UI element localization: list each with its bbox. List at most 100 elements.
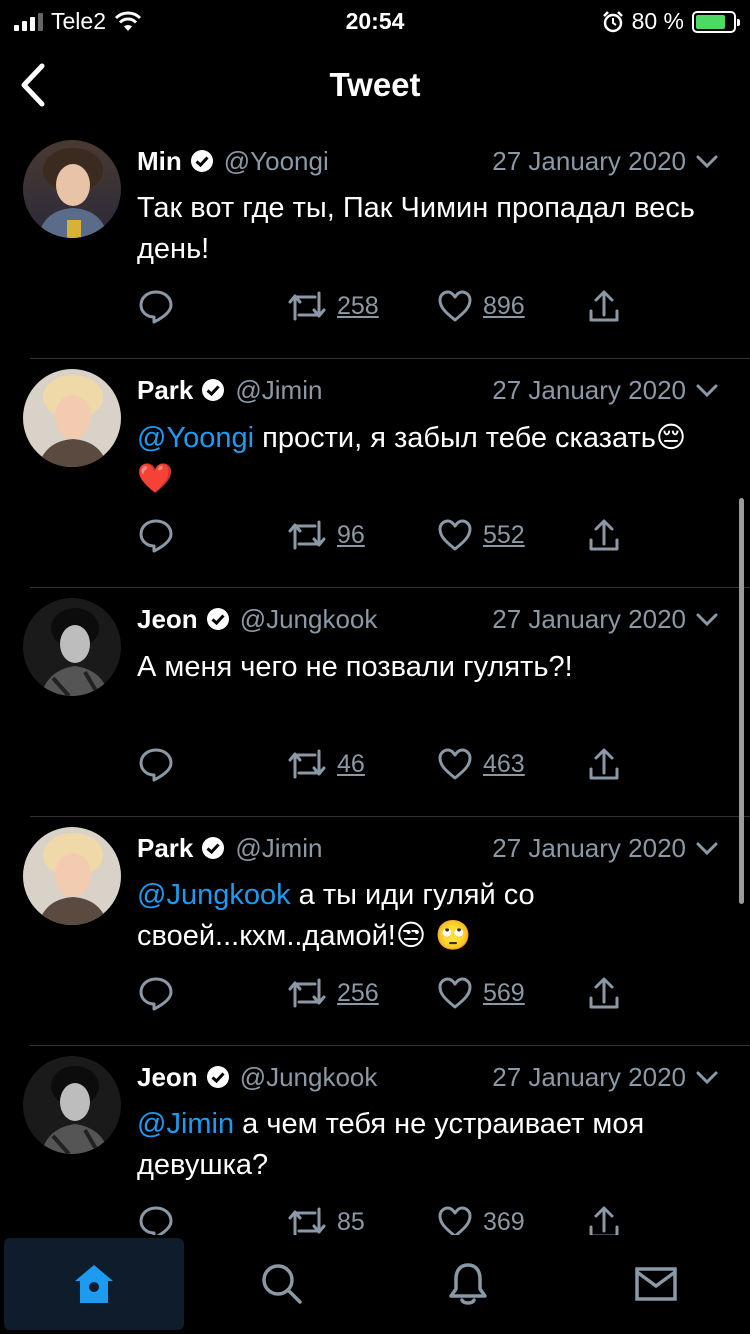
mention-link[interactable]: @Jungkook (137, 879, 291, 911)
tweet-list[interactable]: Min @Yoongi 27 January 2020 Так вот где … (0, 130, 750, 1235)
share-button[interactable] (587, 282, 621, 330)
bell-icon (449, 1263, 487, 1305)
tweet-date: 27 January 2020 (492, 832, 686, 863)
chevron-down-icon[interactable] (694, 835, 720, 861)
share-button[interactable] (587, 969, 621, 1017)
alarm-icon (602, 10, 623, 32)
chevron-down-icon[interactable] (694, 148, 720, 174)
tweet-header: Jeon @Jungkook 27 January 2020 (137, 602, 720, 636)
like-count[interactable]: 463 (483, 750, 525, 779)
page-title: Tweet (329, 66, 421, 103)
retweet-count[interactable]: 85 (337, 1208, 365, 1236)
retweet-button[interactable]: 96 (287, 511, 365, 559)
like-button[interactable]: 896 (437, 282, 525, 330)
retweet-button[interactable]: 46 (287, 740, 365, 788)
chevron-down-icon[interactable] (694, 1064, 720, 1090)
top-bar: Tweet (0, 40, 750, 130)
tweet-actions: 256 569 (137, 969, 637, 1019)
author-handle[interactable]: @Jungkook (240, 604, 378, 635)
avatar[interactable] (23, 1056, 121, 1154)
tweet[interactable]: Min @Yoongi 27 January 2020 Так вот где … (0, 130, 750, 359)
tweet-text: @Yoongi прости, я забыл тебе сказать😔 ❤️ (137, 417, 710, 499)
tweet-date: 27 January 2020 (492, 603, 686, 634)
share-icon (589, 519, 619, 551)
chevron-down-icon[interactable] (694, 377, 720, 403)
author-handle[interactable]: @Jungkook (240, 1062, 378, 1093)
tweet-text-body: прости, я забыл тебе сказать (254, 422, 656, 454)
share-button[interactable] (587, 1198, 621, 1235)
retweet-icon (288, 291, 326, 321)
reply-icon (139, 748, 173, 782)
tweet-emoji: 😒 🙄 (395, 918, 472, 952)
heart-icon (438, 748, 472, 780)
home-icon (75, 1265, 113, 1303)
author-name[interactable]: Park (137, 375, 193, 406)
retweet-count[interactable]: 256 (337, 979, 379, 1008)
verified-icon (206, 1066, 229, 1088)
like-button[interactable]: 569 (437, 969, 525, 1017)
reply-button[interactable] (137, 1198, 175, 1235)
author-handle[interactable]: @Yoongi (224, 146, 329, 177)
like-count[interactable]: 896 (483, 292, 525, 321)
share-button[interactable] (587, 740, 621, 788)
mention-link[interactable]: @Jimin (137, 1108, 234, 1140)
chevron-down-icon[interactable] (694, 606, 720, 632)
tweet-header: Jeon @Jungkook 27 January 2020 (137, 1060, 720, 1094)
avatar[interactable] (23, 827, 121, 925)
avatar[interactable] (23, 369, 121, 467)
scrollbar[interactable] (739, 498, 744, 904)
tab-search[interactable] (192, 1238, 372, 1330)
like-button[interactable]: 369 (437, 1198, 525, 1235)
reply-button[interactable] (137, 740, 175, 788)
like-count[interactable]: 552 (483, 521, 525, 550)
author-name[interactable]: Min (137, 146, 182, 177)
share-icon (589, 748, 619, 780)
retweet-button[interactable]: 258 (287, 282, 379, 330)
tweet-text-body: Так вот где ты, Пак Чимин пропадал весь … (137, 192, 695, 265)
tweet[interactable]: Jeon @Jungkook 27 January 2020 А меня че… (0, 588, 750, 817)
verified-icon (206, 608, 229, 630)
battery-percent: 80 % (631, 8, 684, 34)
like-count[interactable]: 569 (483, 979, 525, 1008)
avatar[interactable] (23, 140, 121, 238)
like-button[interactable]: 552 (437, 511, 525, 559)
author-handle[interactable]: @Jimin (235, 375, 322, 406)
tweet-header: Park @Jimin 27 January 2020 (137, 373, 720, 407)
retweet-count[interactable]: 46 (337, 750, 365, 779)
retweet-button[interactable]: 256 (287, 969, 379, 1017)
tweet-date: 27 January 2020 (492, 374, 686, 405)
author-handle[interactable]: @Jimin (235, 833, 322, 864)
tweet[interactable]: Park @Jimin 27 January 2020 @Jungkook а … (0, 817, 750, 1046)
heart-icon (438, 290, 472, 322)
like-count[interactable]: 369 (483, 1208, 525, 1236)
retweet-icon (288, 1207, 326, 1235)
like-button[interactable]: 463 (437, 740, 525, 788)
tweet-actions: 258 896 (137, 282, 637, 332)
retweet-count[interactable]: 96 (337, 521, 365, 550)
tweet-text: Так вот где ты, Пак Чимин пропадал весь … (137, 188, 710, 269)
avatar[interactable] (23, 598, 121, 696)
tweet-date: 27 January 2020 (492, 145, 686, 176)
reply-button[interactable] (137, 511, 175, 559)
status-right: 80 % (602, 8, 740, 35)
tweet-date: 27 January 2020 (492, 1061, 686, 1092)
tweet[interactable]: Park @Jimin 27 January 2020 @Yoongi прос… (0, 359, 750, 588)
tweet-text: @Jimin а чем тебя не устраивает моя деву… (137, 1104, 710, 1185)
mail-icon (635, 1267, 677, 1301)
author-name[interactable]: Park (137, 833, 193, 864)
author-name[interactable]: Jeon (137, 1062, 198, 1093)
share-button[interactable] (587, 511, 621, 559)
author-name[interactable]: Jeon (137, 604, 198, 635)
tweet-actions: 96 552 (137, 511, 637, 561)
tab-messages[interactable] (566, 1238, 746, 1330)
tweet-text: А меня чего не позвали гулять?! (137, 646, 710, 687)
tweet[interactable]: Jeon @Jungkook 27 January 2020 @Jimin а … (0, 1046, 750, 1235)
mention-link[interactable]: @Yoongi (137, 422, 254, 454)
reply-button[interactable] (137, 282, 175, 330)
tab-home[interactable] (4, 1238, 184, 1330)
retweet-icon (288, 978, 326, 1008)
tab-notifications[interactable] (378, 1238, 558, 1330)
reply-button[interactable] (137, 969, 175, 1017)
retweet-count[interactable]: 258 (337, 292, 379, 321)
retweet-button[interactable]: 85 (287, 1198, 365, 1235)
